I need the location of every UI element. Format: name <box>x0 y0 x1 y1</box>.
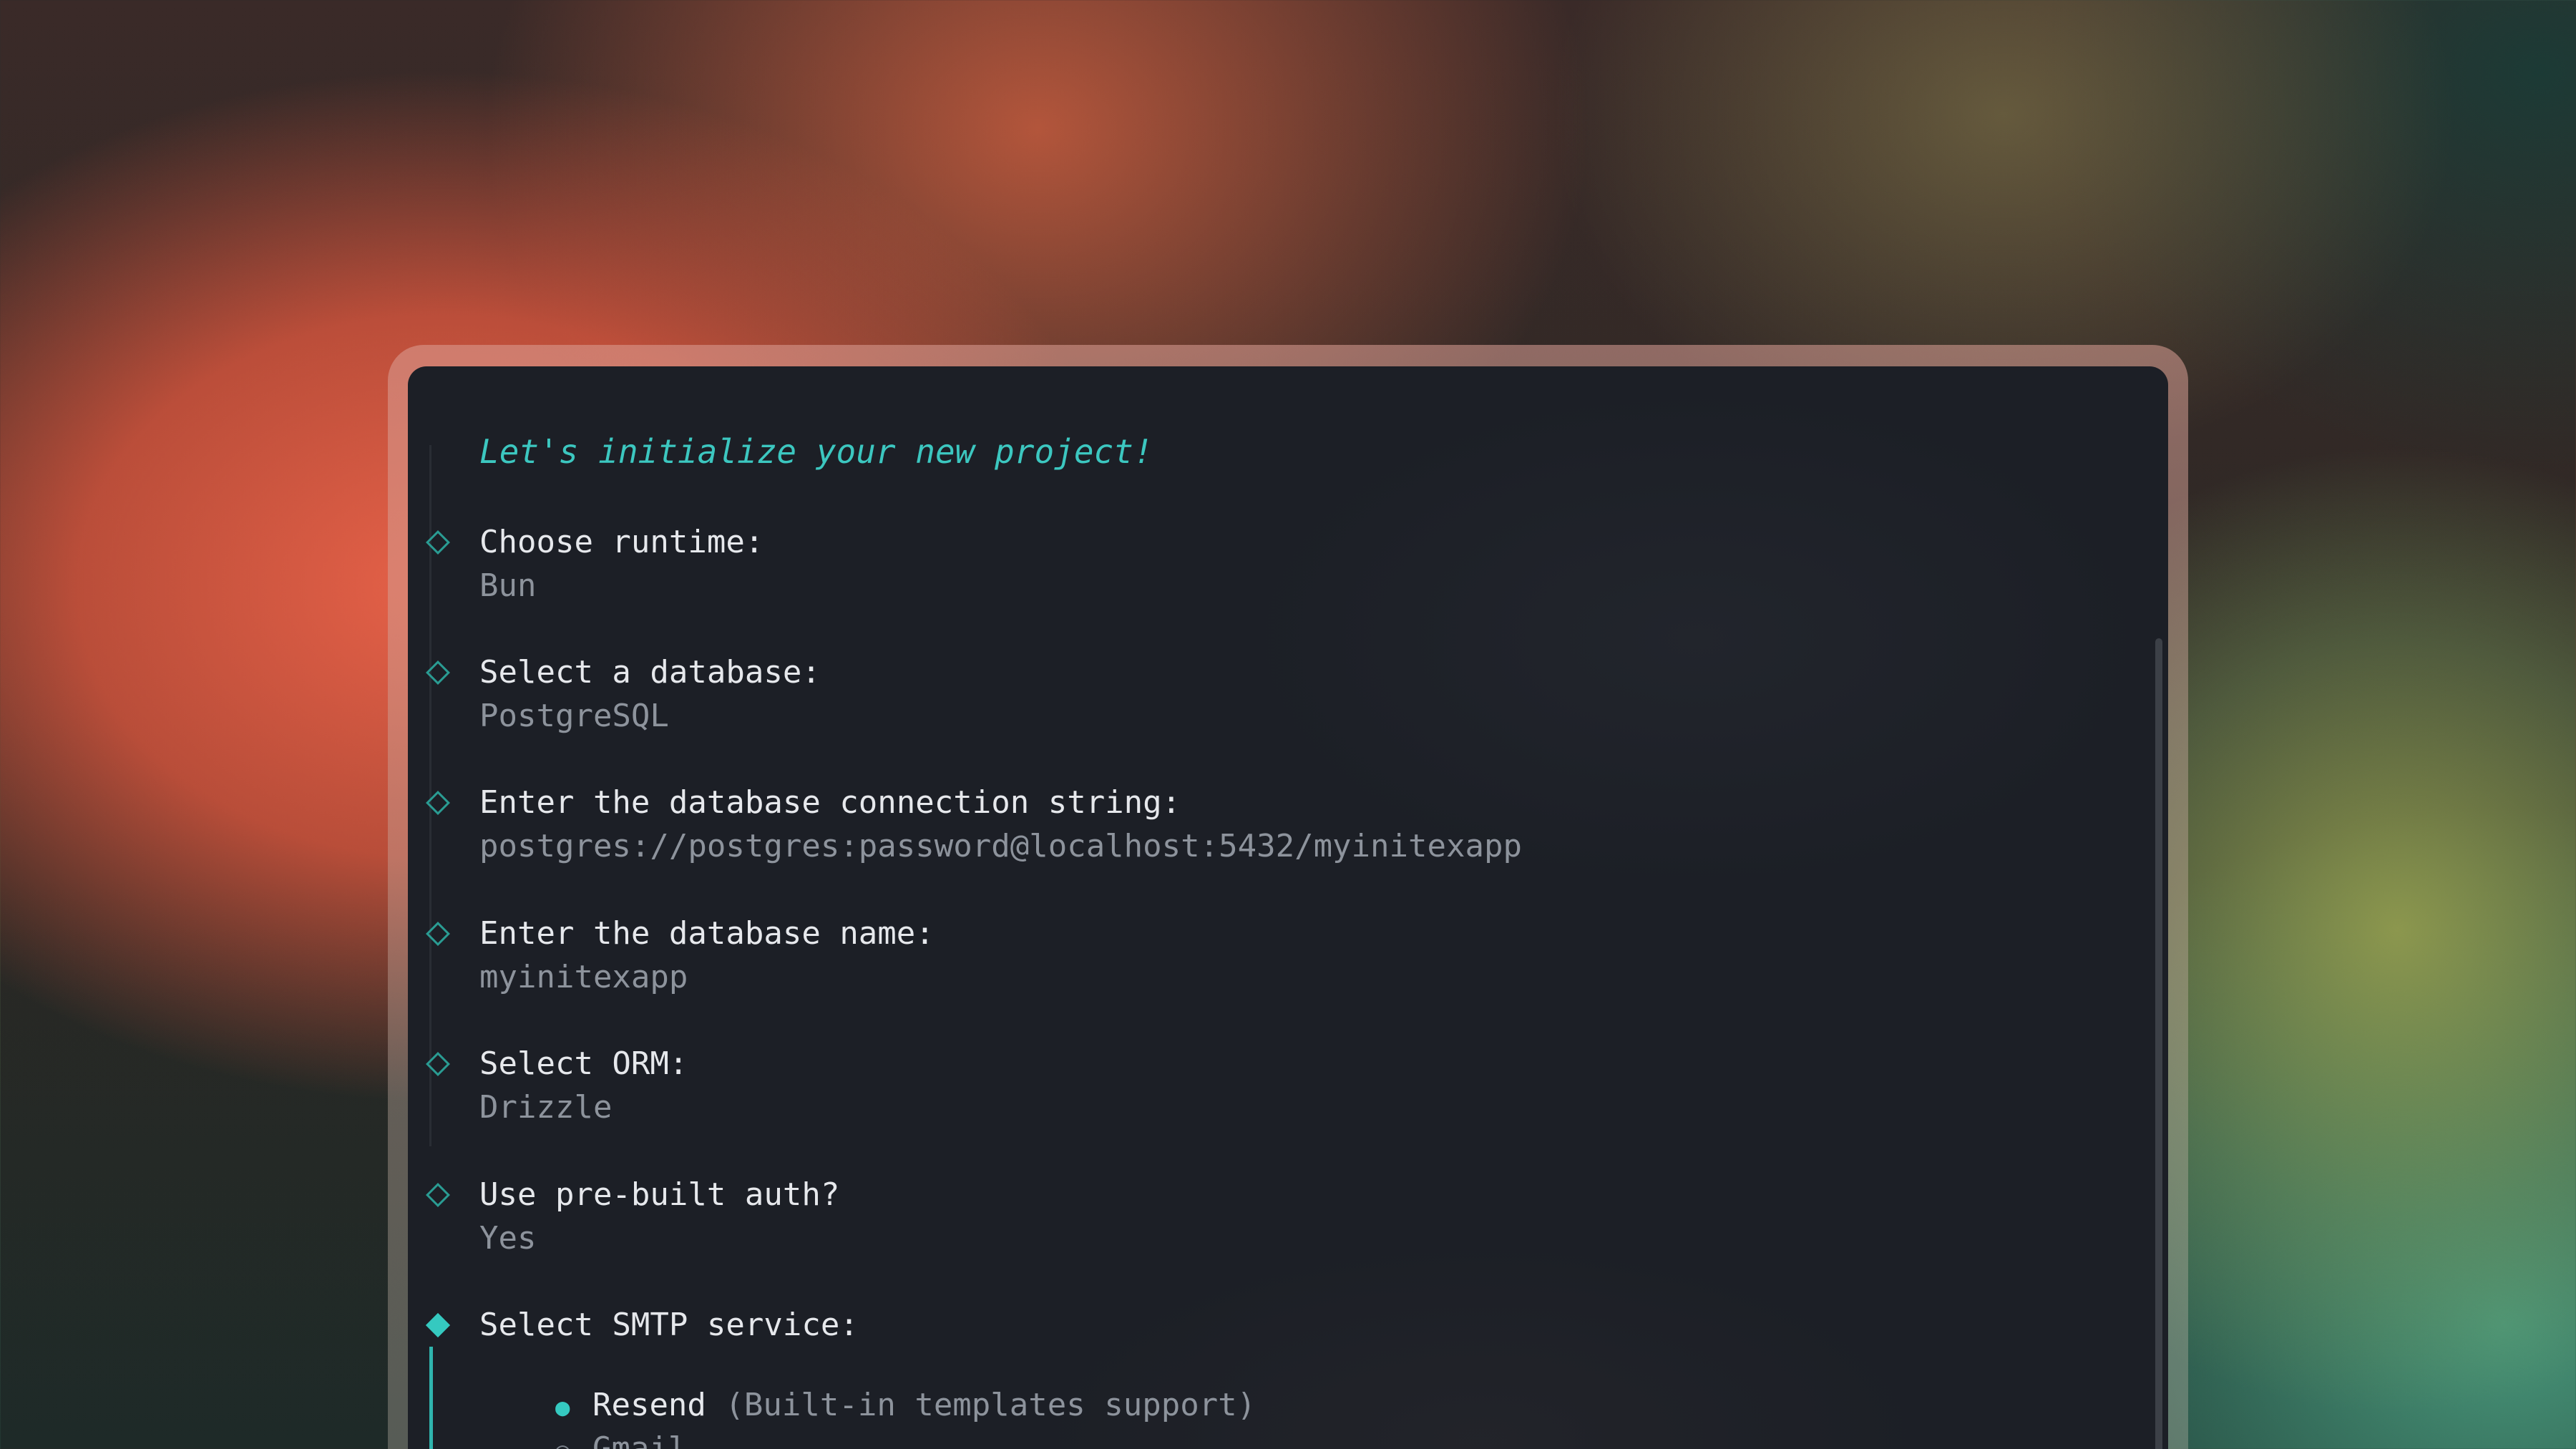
terminal-scrollbar[interactable] <box>2155 638 2162 1449</box>
filled-diamond-icon <box>426 1313 450 1337</box>
step-question: Choose runtime: <box>479 524 764 560</box>
step-question: Enter the database name: <box>479 915 935 952</box>
active-step-indicator <box>429 1347 433 1449</box>
smtp-option-gmail[interactable]: ○Gmail <box>479 1394 687 1449</box>
terminal-window[interactable]: Let's initialize your new project! Choos… <box>408 366 2168 1449</box>
gutter-line <box>429 445 431 1146</box>
step-answer: myinitexapp <box>479 959 688 995</box>
step-question: Select a database: <box>479 654 821 691</box>
step-question: Select ORM: <box>479 1045 688 1082</box>
step-answer: postgres://postgres:password@localhost:5… <box>479 828 1522 864</box>
radio-unselected-icon: ○ <box>555 1437 592 1449</box>
option-label: Gmail <box>592 1430 688 1449</box>
step-answer: Bun <box>479 567 537 604</box>
step-question: Use pre-built auth? <box>479 1176 840 1213</box>
step-answer: Yes <box>479 1220 537 1257</box>
step-answer: Drizzle <box>479 1089 613 1126</box>
intro-message: Let's initialize your new project! <box>479 432 1153 471</box>
option-hint: (Built-in templates support) <box>725 1387 1257 1423</box>
step-question: Enter the database connection string: <box>479 784 1181 821</box>
diamond-icon <box>426 1183 450 1207</box>
step-question: Select SMTP service: <box>479 1307 859 1343</box>
step-answer: PostgreSQL <box>479 698 669 734</box>
